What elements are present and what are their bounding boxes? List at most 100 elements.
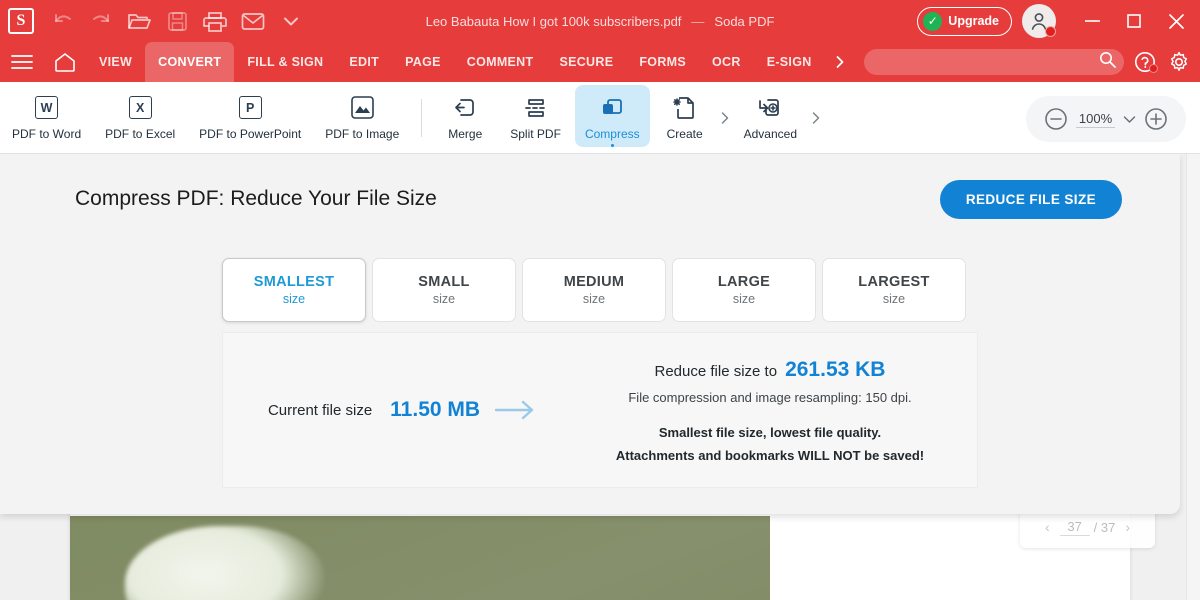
vertical-scrollbar[interactable]	[1186, 154, 1200, 600]
ribbon-tools-group: Merge Split PDF Compress Create Advanced	[432, 82, 823, 154]
ribbon-label: Create	[666, 126, 703, 141]
page-title: Compress PDF: Reduce Your File Size	[75, 187, 437, 210]
menu-overflow-chevron-icon[interactable]	[825, 42, 855, 82]
title-separator: —	[691, 13, 705, 29]
ribbon-create[interactable]: Create	[654, 85, 716, 141]
hamburger-menu-icon[interactable]	[0, 42, 44, 82]
search-input[interactable]	[872, 55, 1099, 69]
menu-item-view[interactable]: VIEW	[86, 42, 145, 82]
target-size-block: Reduce file size to 261.53 KB File compr…	[563, 358, 977, 463]
next-page-button[interactable]: ›	[1119, 519, 1136, 535]
ribbon-split-pdf[interactable]: Split PDF	[500, 85, 571, 141]
target-size-line: Reduce file size to 261.53 KB	[655, 358, 886, 382]
size-option-small[interactable]: SMALL size	[372, 258, 516, 322]
ribbon-advanced[interactable]: Advanced	[734, 85, 807, 141]
ribbon-pdf-to-image[interactable]: PDF to Image	[315, 85, 409, 141]
home-icon[interactable]	[44, 42, 86, 82]
menu-item-secure[interactable]: SECURE	[546, 42, 626, 82]
chevron-down-icon[interactable]	[1123, 115, 1136, 124]
merge-icon	[452, 93, 478, 123]
size-option-largest[interactable]: LARGEST size	[822, 258, 966, 322]
advanced-icon	[757, 93, 783, 123]
maximize-button[interactable]	[1114, 0, 1154, 42]
current-size-value: 11.50 MB	[390, 398, 481, 421]
chevron-down-icon[interactable]	[274, 6, 308, 36]
email-icon[interactable]	[236, 6, 270, 36]
ribbon-pdf-to-word[interactable]: W PDF to Word	[2, 85, 91, 141]
compression-info-card: Current file size 11.50 MB Reduce file s…	[222, 332, 978, 488]
size-option-sub: size	[582, 292, 606, 306]
attachment-warning: Attachments and bookmarks WILL NOT be sa…	[615, 447, 925, 463]
zoom-out-icon[interactable]	[1044, 107, 1068, 131]
help-notification-dot	[1149, 64, 1158, 73]
zoom-control[interactable]: 100%	[1026, 96, 1186, 142]
ribbon-divider	[421, 98, 423, 137]
menu-item-comment[interactable]: COMMENT	[454, 42, 547, 82]
upgrade-label: Upgrade	[948, 14, 999, 28]
search-box[interactable]	[864, 49, 1124, 75]
help-icon[interactable]	[1128, 42, 1162, 82]
menu-item-convert[interactable]: CONVERT	[145, 42, 235, 82]
main-menu-bar: VIEW CONVERT FILL & SIGN EDIT PAGE COMME…	[0, 42, 1200, 82]
ribbon-label: Advanced	[743, 126, 797, 141]
undo-icon[interactable]	[46, 6, 80, 36]
compress-panel: Compress PDF: Reduce Your File Size REDU…	[0, 154, 1180, 514]
excel-glyph: X	[128, 96, 152, 119]
menu-item-forms[interactable]: FORMS	[626, 42, 699, 82]
size-options-group: SMALLEST size SMALL size MEDIUM size LAR…	[222, 258, 966, 322]
ribbon-merge[interactable]: Merge	[434, 85, 496, 141]
ribbon-pdf-to-excel[interactable]: X PDF to Excel	[95, 85, 185, 141]
ribbon-pdf-to-powerpoint[interactable]: P PDF to PowerPoint	[189, 85, 311, 141]
quick-access-toolbar	[46, 6, 308, 36]
ribbon-compress[interactable]: Compress	[574, 84, 650, 147]
menu-item-ocr[interactable]: OCR	[699, 42, 754, 82]
account-button[interactable]	[1022, 4, 1056, 38]
zoom-in-icon[interactable]	[1144, 107, 1168, 131]
ribbon-label: PDF to Image	[325, 126, 400, 141]
prev-page-button[interactable]: ‹	[1039, 519, 1056, 535]
compression-detail: File compression and image resampling: 1…	[628, 389, 912, 405]
document-title: Leo Babauta How I got 100k subscribers.p…	[425, 13, 682, 29]
powerpoint-glyph: P	[238, 96, 262, 119]
size-option-sub: size	[882, 292, 906, 306]
menu-item-page[interactable]: PAGE	[392, 42, 454, 82]
create-more-chevron-icon[interactable]	[718, 82, 732, 154]
reduce-file-size-button[interactable]: REDUCE FILE SIZE	[939, 179, 1122, 219]
word-icon: W	[35, 93, 59, 123]
menu-items: VIEW CONVERT FILL & SIGN EDIT PAGE COMME…	[86, 42, 855, 82]
arrow-right-icon	[494, 399, 536, 421]
save-icon[interactable]	[160, 6, 194, 36]
size-option-smallest[interactable]: SMALLEST size	[222, 258, 366, 322]
gear-icon[interactable]	[1162, 42, 1196, 82]
menu-item-edit[interactable]: EDIT	[336, 42, 392, 82]
document-page	[70, 504, 1130, 600]
size-option-large[interactable]: LARGE size	[672, 258, 816, 322]
menubar-right-icons	[1128, 42, 1196, 82]
menu-item-fill-and-sign[interactable]: FILL & SIGN	[234, 42, 336, 82]
size-option-sub: size	[732, 292, 756, 306]
advanced-more-chevron-icon[interactable]	[809, 82, 823, 154]
size-option-medium[interactable]: MEDIUM size	[522, 258, 666, 322]
powerpoint-icon: P	[238, 93, 262, 123]
size-option-name: MEDIUM	[563, 274, 625, 290]
close-button[interactable]	[1156, 0, 1196, 42]
search-icon[interactable]	[1099, 51, 1116, 73]
ribbon-label: PDF to Word	[12, 126, 82, 141]
title-bar: S Leo Babauta How I got 100k subscribers…	[0, 0, 1200, 42]
menu-item-e-sign[interactable]: E-SIGN	[754, 42, 825, 82]
minimize-button[interactable]	[1072, 0, 1112, 42]
zoom-level-value[interactable]: 100%	[1075, 111, 1116, 128]
open-folder-icon[interactable]	[122, 6, 156, 36]
redo-icon[interactable]	[84, 6, 118, 36]
excel-icon: X	[128, 93, 152, 123]
compress-icon	[599, 93, 625, 123]
ribbon-label: PDF to Excel	[105, 126, 176, 141]
upgrade-button[interactable]: ✓ Upgrade	[917, 6, 1012, 36]
size-option-name: LARGEST	[858, 274, 930, 290]
current-page-input[interactable]: 37	[1059, 519, 1090, 536]
title-bar-right: ✓ Upgrade	[917, 0, 1200, 42]
print-icon[interactable]	[198, 6, 232, 36]
soda-pdf-logo[interactable]: S	[8, 8, 34, 34]
target-size-label: Reduce file size to	[654, 362, 778, 380]
current-size-label: Current file size	[267, 401, 373, 419]
